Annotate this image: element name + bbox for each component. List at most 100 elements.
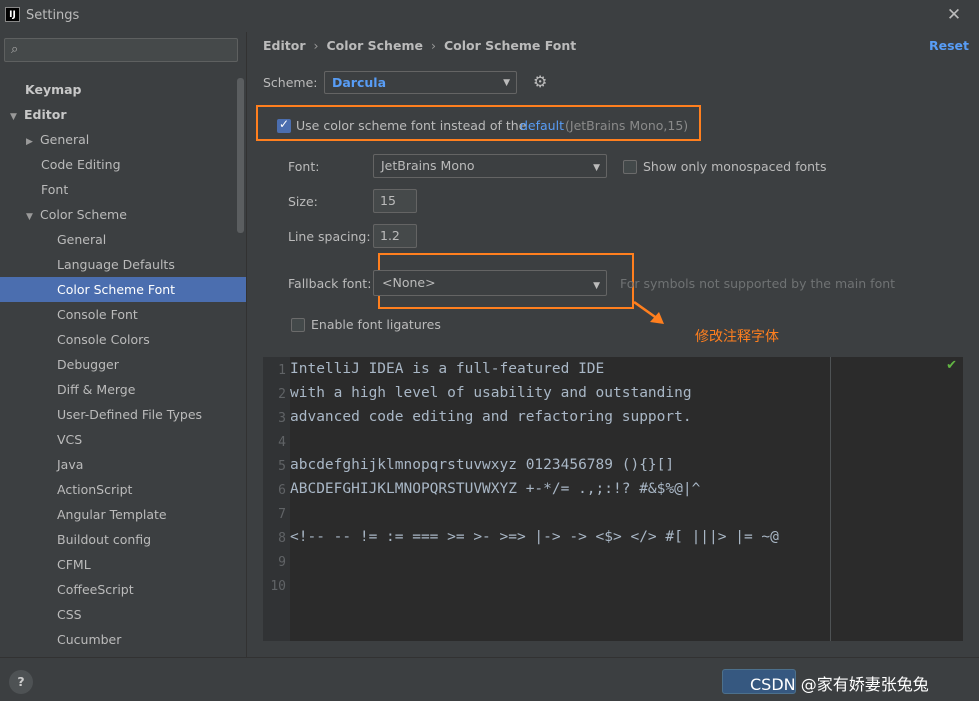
sidebar-item-label: Language Defaults bbox=[57, 257, 175, 272]
sidebar-item-label: Buildout config bbox=[57, 532, 152, 547]
search-input[interactable] bbox=[27, 41, 233, 59]
monospaced-only-label: Show only monospaced fonts bbox=[643, 159, 827, 174]
line-number: 5 bbox=[278, 459, 286, 474]
gear-icon[interactable]: ⚙ bbox=[533, 74, 549, 90]
line-number: 2 bbox=[278, 387, 286, 402]
sidebar-item-label: CoffeeScript bbox=[57, 582, 134, 597]
breadcrumb-separator: › bbox=[430, 38, 436, 53]
sidebar-item-debugger[interactable]: Debugger bbox=[0, 352, 236, 377]
sidebar-item-java[interactable]: Java bbox=[0, 452, 236, 477]
ligatures-checkbox[interactable] bbox=[291, 318, 305, 332]
sidebar-item-label: Diff & Merge bbox=[57, 382, 136, 397]
sidebar-item-label: CFML bbox=[57, 557, 91, 572]
right-margin-guide bbox=[830, 357, 831, 641]
sidebar-item-label: General bbox=[40, 132, 90, 147]
font-preview-editor[interactable]: ✔ 1 IntelliJ IDEA is a full-featured IDE 2… bbox=[263, 357, 963, 641]
sidebar-item-buildout-config[interactable]: Buildout config bbox=[0, 527, 236, 552]
code-line: with a high level of usability and outst… bbox=[290, 385, 692, 401]
chevron-down-icon: ▼ bbox=[593, 281, 600, 291]
sidebar-item-label: User-Defined File Types bbox=[57, 407, 203, 422]
code-line: <!-- -- != := === >= >- >=> |-> -> <$> <… bbox=[290, 529, 779, 545]
code-line: advanced code editing and refactoring su… bbox=[290, 409, 692, 425]
monospaced-only-checkbox[interactable] bbox=[623, 160, 637, 174]
sidebar-item-color-scheme-font[interactable]: Color Scheme Font bbox=[0, 277, 246, 302]
sidebar-scrollbar[interactable] bbox=[237, 78, 244, 233]
sidebar-item-label: Color Scheme bbox=[40, 207, 127, 222]
sidebar-item-label: Color Scheme Font bbox=[57, 282, 176, 297]
breadcrumb-color-scheme[interactable]: Color Scheme bbox=[327, 38, 423, 53]
sidebar-item-label: ActionScript bbox=[57, 482, 133, 497]
sidebar-item-user-defined-file-types[interactable]: User-Defined File Types bbox=[0, 402, 236, 427]
settings-tree: Keymap ▼ Editor ▶ General Code Editing Font ▼ Co… bbox=[0, 77, 246, 652]
default-font-info: (JetBrains Mono,15) bbox=[565, 118, 689, 133]
scheme-label: Scheme: bbox=[263, 75, 318, 90]
sidebar-item-label: Editor bbox=[24, 107, 67, 122]
breadcrumb-color-scheme-font: Color Scheme Font bbox=[443, 38, 577, 53]
fallback-font-dropdown[interactable]: <None> ▼ bbox=[373, 270, 607, 296]
fallback-font-label: Fallback font: bbox=[288, 276, 372, 291]
sidebar-item-label: General bbox=[57, 232, 107, 247]
sidebar-item-keymap[interactable]: Keymap bbox=[0, 77, 236, 102]
sidebar-item-label: Console Font bbox=[57, 307, 138, 322]
use-scheme-font-checkbox[interactable] bbox=[277, 117, 291, 133]
sidebar-item-cfml[interactable]: CFML bbox=[0, 552, 236, 577]
chevron-down-icon: ▼ bbox=[593, 163, 600, 173]
sidebar-item-general[interactable]: ▶ General bbox=[0, 127, 236, 152]
sidebar-item-cucumber[interactable]: Cucumber bbox=[0, 627, 236, 652]
help-button[interactable]: ? bbox=[9, 670, 33, 694]
line-number: 1 bbox=[278, 363, 286, 378]
sidebar-item-label: CSS bbox=[57, 607, 82, 622]
use-scheme-font-label: Use color scheme font instead of the bbox=[296, 118, 527, 133]
font-value: JetBrains Mono bbox=[381, 158, 475, 173]
scheme-value: Darcula bbox=[332, 75, 387, 90]
line-spacing-input[interactable]: 1.2 bbox=[373, 224, 417, 248]
sidebar-item-code-editing[interactable]: Code Editing bbox=[0, 152, 236, 177]
size-label: Size: bbox=[288, 194, 318, 209]
settings-sidebar: ⌕ Keymap ▼ Editor ▶ General Code Editing Font ▼… bbox=[0, 32, 246, 657]
scheme-dropdown[interactable]: Darcula ▼ bbox=[324, 71, 517, 94]
search-icon: ⌕ bbox=[11, 42, 19, 57]
sidebar-item-console-colors[interactable]: Console Colors bbox=[0, 327, 236, 352]
sidebar-item-vcs[interactable]: VCS bbox=[0, 427, 236, 452]
line-spacing-label: Line spacing: bbox=[288, 229, 371, 244]
reset-link[interactable]: Reset bbox=[929, 38, 969, 53]
sidebar-item-label: Code Editing bbox=[41, 157, 121, 172]
fallback-font-hint: For symbols not supported by the main fo… bbox=[620, 276, 896, 291]
sidebar-item-angular-template[interactable]: Angular Template bbox=[0, 502, 236, 527]
intellij-app-icon: IJ bbox=[5, 7, 20, 22]
sidebar-item-label: Angular Template bbox=[57, 507, 167, 522]
sidebar-item-actionscript[interactable]: ActionScript bbox=[0, 477, 236, 502]
line-number: 10 bbox=[270, 579, 286, 594]
breadcrumb-separator: › bbox=[313, 38, 319, 53]
default-font-link[interactable]: default bbox=[520, 118, 564, 133]
breadcrumb-editor[interactable]: Editor bbox=[263, 38, 306, 53]
sidebar-item-font[interactable]: Font bbox=[0, 177, 236, 202]
line-number: 9 bbox=[278, 555, 286, 570]
sidebar-item-language-defaults[interactable]: Language Defaults bbox=[0, 252, 236, 277]
search-box[interactable]: ⌕ bbox=[4, 38, 238, 62]
annotation-arrow-icon bbox=[633, 300, 664, 324]
line-number: 4 bbox=[278, 435, 286, 450]
close-button[interactable]: ✕ bbox=[943, 4, 965, 26]
line-number: 8 bbox=[278, 531, 286, 546]
fallback-font-value: <None> bbox=[382, 275, 436, 290]
sidebar-item-general[interactable]: General bbox=[0, 227, 236, 252]
size-input[interactable]: 15 bbox=[373, 189, 417, 213]
sidebar-item-coffeescript[interactable]: CoffeeScript bbox=[0, 577, 236, 602]
code-line: ABCDEFGHIJKLMNOPQRSTUVWXYZ +-*/= .,;:!? … bbox=[290, 481, 701, 497]
sidebar-item-label: Debugger bbox=[57, 357, 119, 372]
sidebar-item-console-font[interactable]: Console Font bbox=[0, 302, 236, 327]
sidebar-item-label: Font bbox=[41, 182, 69, 197]
line-number: 7 bbox=[278, 507, 286, 522]
bottom-bar: ? CSDN @家有娇妻张兔兔 bbox=[0, 657, 979, 701]
sidebar-item-css[interactable]: CSS bbox=[0, 602, 236, 627]
sidebar-item-color-scheme[interactable]: ▼ Color Scheme bbox=[0, 202, 236, 227]
main-panel: Editor › Color Scheme › Color Scheme Font Re… bbox=[247, 32, 979, 657]
sidebar-item-editor[interactable]: ▼ Editor bbox=[0, 102, 236, 127]
line-number: 6 bbox=[278, 483, 286, 498]
font-dropdown[interactable]: JetBrains Mono ▼ bbox=[373, 154, 607, 178]
annotation-text: 修改注释字体 bbox=[695, 329, 779, 345]
sidebar-item-diff-merge[interactable]: Diff & Merge bbox=[0, 377, 236, 402]
watermark: CSDN @家有娇妻张兔兔 bbox=[750, 675, 929, 694]
ligatures-label: Enable font ligatures bbox=[311, 317, 441, 332]
